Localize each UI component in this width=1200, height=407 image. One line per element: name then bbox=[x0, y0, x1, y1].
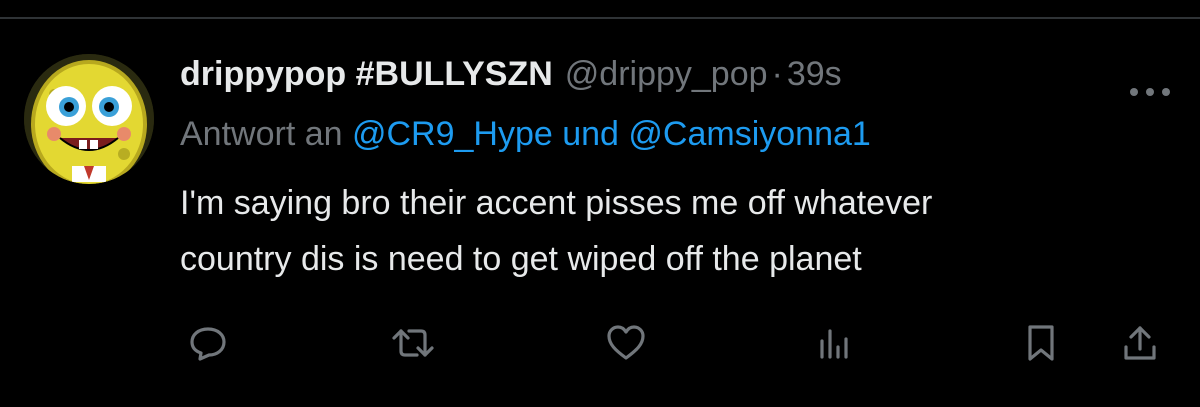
retweet-icon bbox=[392, 329, 434, 357]
display-name[interactable]: drippypop #BULLYSZN bbox=[180, 55, 553, 94]
reply-button[interactable] bbox=[180, 315, 236, 371]
reply-context: Antwort an @CR9_Hype und @Camsiyonna1 bbox=[180, 115, 1180, 159]
reply-prefix: Antwort an bbox=[180, 115, 343, 153]
retweet-button[interactable] bbox=[385, 315, 441, 371]
tweet-header: drippypop #BULLYSZN @drippy_pop · 39s bbox=[180, 55, 1180, 103]
share-button[interactable] bbox=[1112, 315, 1168, 371]
views-button[interactable] bbox=[806, 315, 862, 371]
share-upload-icon bbox=[1124, 326, 1156, 360]
tweet-card[interactable]: drippypop #BULLYSZN @drippy_pop · 39s An… bbox=[0, 19, 1200, 407]
action-bar bbox=[0, 315, 1200, 375]
heart-icon bbox=[607, 325, 645, 360]
tweet-content: drippypop #BULLYSZN @drippy_pop · 39s An… bbox=[180, 55, 1180, 287]
timestamp[interactable]: 39s bbox=[787, 55, 842, 94]
separator-dot: · bbox=[771, 55, 783, 93]
reply-mentions[interactable]: @CR9_Hype und @Camsiyonna1 bbox=[352, 115, 871, 153]
more-options-button[interactable] bbox=[1125, 77, 1175, 107]
avatar-image bbox=[24, 54, 154, 184]
analytics-icon bbox=[820, 329, 848, 359]
bookmark-icon bbox=[1028, 325, 1054, 361]
more-horizontal-icon bbox=[1130, 88, 1170, 96]
user-handle[interactable]: @drippy_pop bbox=[565, 55, 768, 94]
bookmark-button[interactable] bbox=[1013, 315, 1069, 371]
reply-bubble-icon bbox=[190, 327, 226, 361]
tweet-text: I'm saying bro their accent pisses me of… bbox=[180, 184, 933, 278]
like-button[interactable] bbox=[598, 315, 654, 371]
avatar[interactable] bbox=[24, 54, 154, 184]
